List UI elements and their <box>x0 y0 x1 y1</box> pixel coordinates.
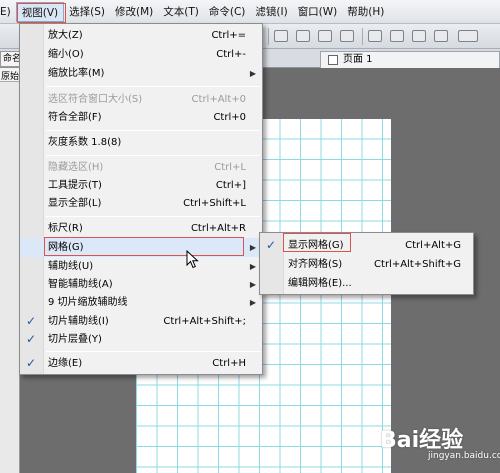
menu-separator <box>46 216 260 217</box>
menu-item-label: 切片辅助线(I) <box>48 316 109 327</box>
menu-item-zoom-ratio[interactable]: 缩放比率(M) ▶ <box>20 64 262 83</box>
submenu-arrow-icon: ▶ <box>249 243 256 252</box>
menu-item-shortcut: Ctrl+Alt+G <box>405 240 461 251</box>
menu-item-9-slice-guides[interactable]: 9 切片缩放辅助线 ▶ <box>20 293 262 312</box>
flip-icon[interactable] <box>434 30 448 42</box>
menu-item-label: 编辑网格(E)... <box>288 278 352 289</box>
submenu-item-show-grid[interactable]: ✓ 显示网格(G) Ctrl+Alt+G <box>260 236 473 255</box>
submenu-arrow-icon: ▶ <box>249 280 256 289</box>
toolbar-divider <box>268 28 269 45</box>
page-icon <box>328 55 338 65</box>
menu-item-label: 边缘(E) <box>48 358 83 369</box>
menu-item-label: 放大(Z) <box>48 30 83 41</box>
menu-item-shortcut: Ctrl+H <box>212 358 246 369</box>
mouse-pointer-icon <box>186 250 199 269</box>
send-back-icon[interactable] <box>390 30 404 42</box>
page-tab[interactable]: 页面 1 <box>320 51 500 68</box>
menu-item-shortcut: Ctrl+] <box>215 180 246 191</box>
menu-text[interactable]: 文本(T) <box>158 2 204 22</box>
menu-separator <box>46 130 260 131</box>
menu-item-fit-selection: 选区符合窗口大小(S) Ctrl+Alt+0 <box>20 90 262 109</box>
submenu-arrow-icon: ▶ <box>249 69 256 78</box>
menu-item-label: 显示网格(G) <box>288 240 344 251</box>
menu-item-label: 缩放比率(M) <box>48 68 105 79</box>
view-menu-dropdown: 放大(Z) Ctrl+= 缩小(O) Ctrl+- 缩放比率(M) ▶ 选区符合… <box>19 23 263 375</box>
menu-separator <box>46 351 260 352</box>
menu-edit[interactable]: E) <box>0 2 16 22</box>
submenu-item-snap-to-grid[interactable]: 对齐网格(S) Ctrl+Alt+Shift+G <box>260 255 473 274</box>
submenu-arrow-icon: ▶ <box>249 262 256 271</box>
menu-item-label: 隐藏选区(H) <box>48 162 104 173</box>
menu-item-gamma[interactable]: 灰度系数 1.8(8) <box>20 133 262 152</box>
menu-item-shortcut: Ctrl+Alt+R <box>190 223 246 234</box>
left-panel: 原始 <box>0 68 20 473</box>
menu-commands[interactable]: 命令(C) <box>204 2 251 22</box>
toolbar-divider <box>362 28 363 45</box>
menu-item-slice-guides[interactable]: ✓ 切片辅助线(I) Ctrl+Alt+Shift+; <box>20 312 262 331</box>
menu-item-slice-overlay[interactable]: ✓ 切片层叠(Y) <box>20 330 262 349</box>
menu-item-zoom-out[interactable]: 缩小(O) Ctrl+- <box>20 45 262 64</box>
menu-item-tooltips[interactable]: 工具提示(T) Ctrl+] <box>20 176 262 195</box>
menu-item-fit-all[interactable]: 符合全部(F) Ctrl+0 <box>20 108 262 127</box>
menu-item-label: 缩小(O) <box>48 49 84 60</box>
menu-help[interactable]: 帮助(H) <box>342 2 389 22</box>
menu-item-label: 辅助线(U) <box>48 261 94 272</box>
menu-item-shortcut: Ctrl+Alt+Shift+G <box>374 259 461 270</box>
page-tab-label: 页面 1 <box>343 54 373 65</box>
menu-item-label: 智能辅助线(A) <box>48 279 113 290</box>
menu-filters[interactable]: 滤镜(I) <box>250 2 292 22</box>
menu-modify[interactable]: 修改(M) <box>110 2 158 22</box>
grid-submenu: ✓ 显示网格(G) Ctrl+Alt+G 对齐网格(S) Ctrl+Alt+Sh… <box>259 232 474 295</box>
watermark-url: jingyan.baidu.com <box>428 451 500 461</box>
menu-select[interactable]: 选择(S) <box>64 2 110 22</box>
baidu-watermark: Bai经验 jingyan.baidu.com <box>380 418 500 468</box>
align-icon[interactable] <box>458 30 478 42</box>
menu-item-shortcut: Ctrl+L <box>214 162 246 173</box>
menu-item-rulers[interactable]: 标尺(R) Ctrl+Alt+R <box>20 219 262 238</box>
checkmark-icon: ✓ <box>266 238 277 252</box>
submenu-arrow-icon: ▶ <box>249 298 256 307</box>
menu-item-smart-guides[interactable]: 智能辅助线(A) ▶ <box>20 275 262 294</box>
checkmark-icon: ✓ <box>26 356 37 370</box>
checkmark-icon: ✓ <box>26 314 37 328</box>
menu-item-shortcut: Ctrl+= <box>211 30 246 41</box>
combine-icon[interactable] <box>340 30 354 42</box>
menu-item-label: 工具提示(T) <box>48 180 102 191</box>
menu-item-shortcut: Ctrl+Alt+0 <box>191 94 246 105</box>
menu-window[interactable]: 窗口(W) <box>293 2 343 22</box>
menu-item-hide-selection: 隐藏选区(H) Ctrl+L <box>20 158 262 177</box>
arrange-icon[interactable] <box>274 30 288 42</box>
menu-bar: E) 视图(V) 选择(S) 修改(M) 文本(T) 命令(C) 滤镜(I) 窗… <box>0 0 500 24</box>
menu-item-label: 符合全部(F) <box>48 112 102 123</box>
menu-item-label: 选区符合窗口大小(S) <box>48 94 143 105</box>
group-icon[interactable] <box>296 30 310 42</box>
checkmark-icon: ✓ <box>26 332 37 346</box>
menu-item-label: 灰度系数 1.8(8) <box>48 137 122 148</box>
menu-item-label: 9 切片缩放辅助线 <box>48 297 128 308</box>
menu-item-shortcut: Ctrl+- <box>216 49 246 60</box>
menu-item-shortcut: Ctrl+Shift+L <box>183 198 246 209</box>
menu-item-label: 切片层叠(Y) <box>48 334 102 345</box>
ungroup-icon[interactable] <box>318 30 332 42</box>
menu-separator <box>46 155 260 156</box>
original-tab[interactable]: 原始 <box>0 68 19 82</box>
submenu-item-edit-grid[interactable]: 编辑网格(E)... <box>260 274 473 293</box>
menu-item-label: 标尺(R) <box>48 223 83 234</box>
menu-item-shortcut: Ctrl+Alt+Shift+; <box>163 316 246 327</box>
watermark-brand: Bai经验 <box>380 428 464 453</box>
menu-item-zoom-in[interactable]: 放大(Z) Ctrl+= <box>20 26 262 45</box>
bring-front-icon[interactable] <box>368 30 382 42</box>
menu-item-label: 显示全部(L) <box>48 198 102 209</box>
menu-item-grid[interactable]: 网格(G) ▶ <box>20 238 262 257</box>
rotate-icon[interactable] <box>412 30 426 42</box>
menu-item-shortcut: Ctrl+0 <box>213 112 246 123</box>
menu-item-label: 对齐网格(S) <box>288 259 343 270</box>
menu-item-show-all[interactable]: 显示全部(L) Ctrl+Shift+L <box>20 194 262 213</box>
menu-item-edges[interactable]: ✓ 边缘(E) Ctrl+H <box>20 354 262 373</box>
menu-view[interactable]: 视图(V) <box>15 1 65 22</box>
menu-item-label: 网格(G) <box>48 242 84 253</box>
menu-separator <box>46 86 260 87</box>
menu-item-guides[interactable]: 辅助线(U) ▶ <box>20 257 262 276</box>
